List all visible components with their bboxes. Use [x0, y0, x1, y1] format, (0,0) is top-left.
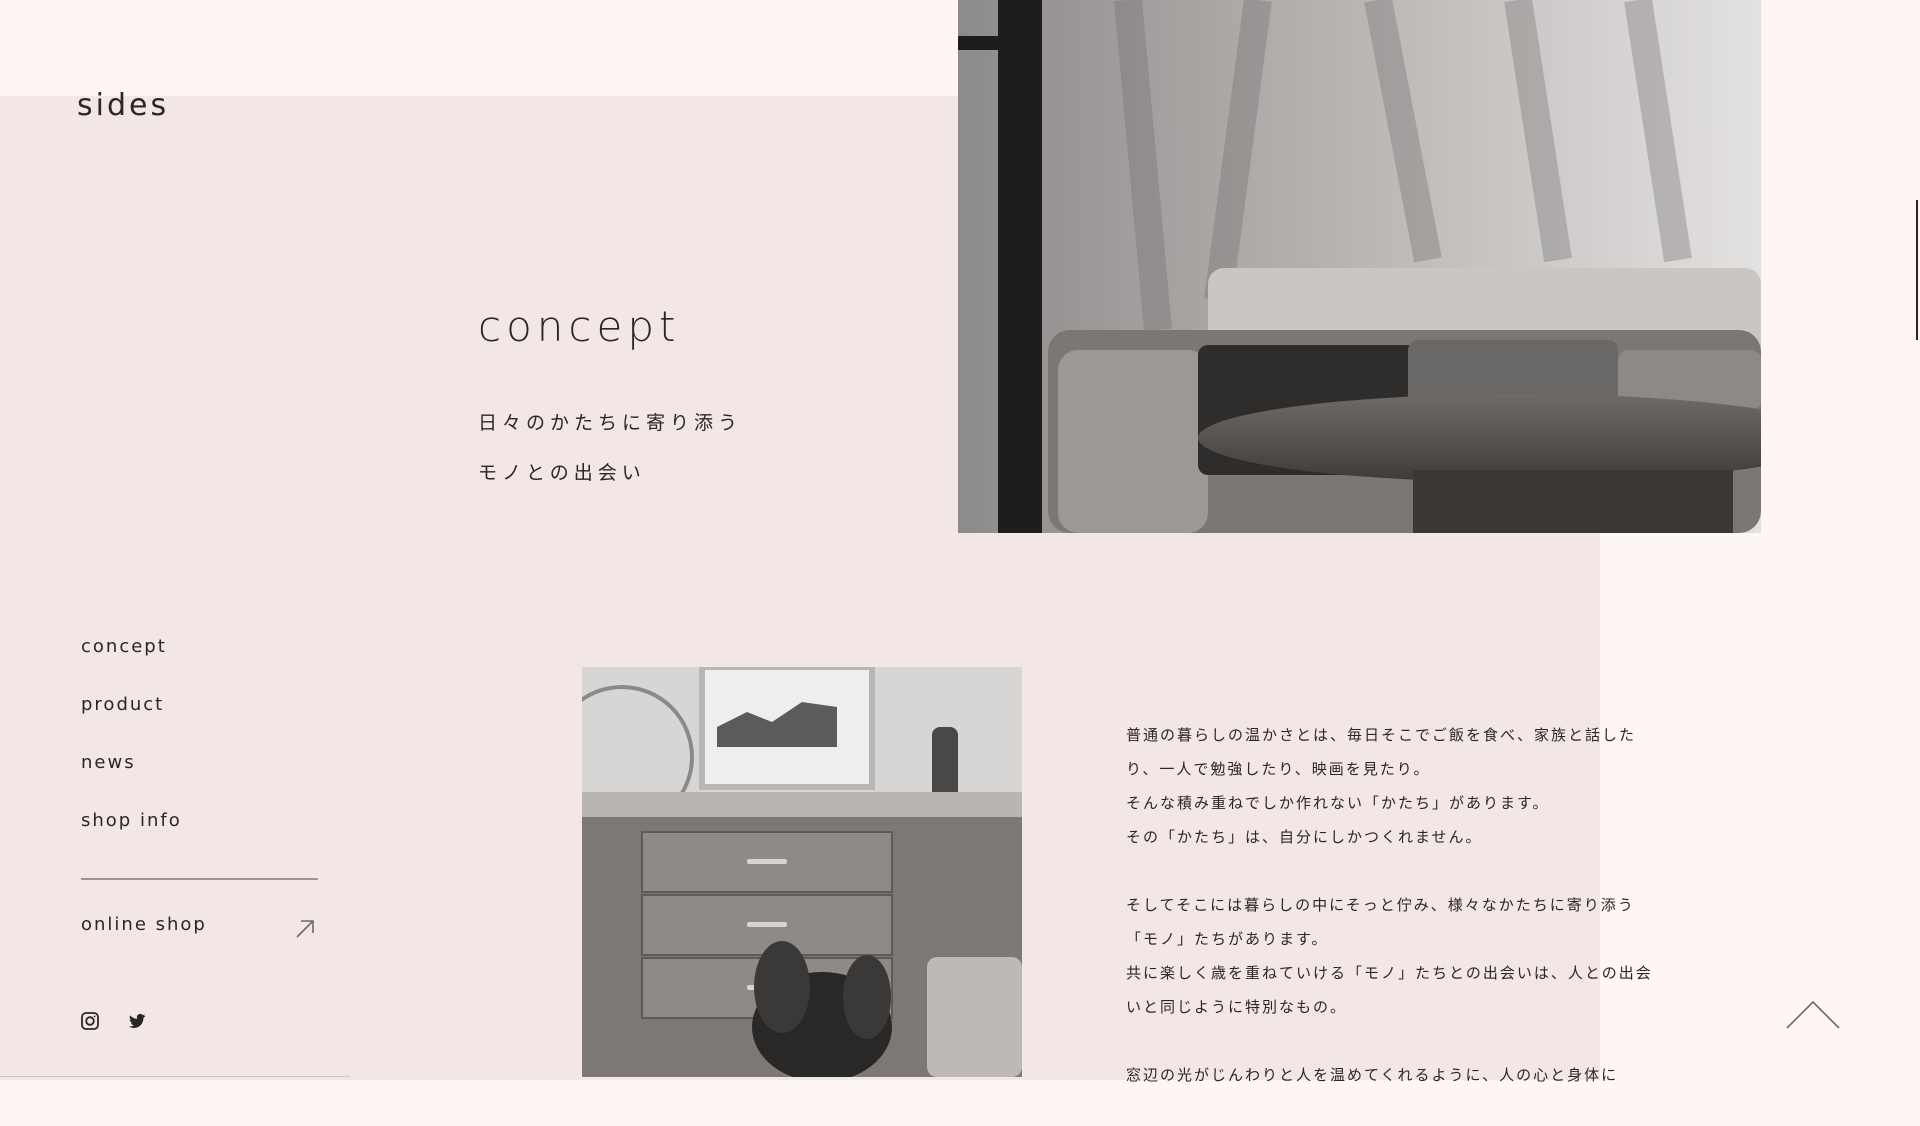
paragraph-2-line-2: 共に楽しく歳を重ねていける「モノ」たちとの出会いは、人との出会いと同じように特別…	[1126, 964, 1653, 1016]
concept-heading: concept	[478, 302, 681, 351]
twitter-icon[interactable]	[127, 1011, 147, 1031]
nav-item-news[interactable]: news	[81, 748, 182, 806]
online-shop-label: online shop	[81, 914, 207, 935]
concept-subtitle-line1: 日々のかたちに寄り添う	[478, 412, 743, 434]
site-logo[interactable]: sides	[77, 88, 169, 123]
nav-item-product[interactable]: product	[81, 690, 182, 748]
nav-item-shop-info[interactable]: shop info	[81, 806, 182, 864]
concept-subtitle-line2: モノとの出会い	[478, 462, 646, 484]
sideboard-image	[582, 667, 1022, 1077]
paragraph-3: 窓辺の光がじんわりと人を温めてくれるように、人の心と身体に	[1126, 1058, 1666, 1092]
paragraph-1-line-3: その「かたち」は、自分にしかつくれません。	[1126, 828, 1483, 846]
paragraph-2: そしてそこには暮らしの中にそっと佇み、様々なかたちに寄り添う「モノ」たちがありま…	[1126, 888, 1666, 1024]
external-arrow-icon	[294, 918, 316, 940]
online-shop-link[interactable]: online shop	[81, 914, 316, 944]
paragraph-2-line-1: そしてそこには暮らしの中にそっと佇み、様々なかたちに寄り添う「モノ」たちがありま…	[1126, 896, 1635, 948]
paragraph-1-line-1: 普通の暮らしの温かさとは、毎日そこでご飯を食べ、家族と話したり、一人で勉強したり…	[1126, 726, 1637, 778]
nav-item-concept[interactable]: concept	[81, 632, 182, 690]
side-navigation: concept product news shop info	[81, 632, 182, 864]
concept-subtitle: 日々のかたちに寄り添う モノとの出会い	[478, 398, 742, 498]
paragraph-1-line-2: そんな積み重ねでしか作れない「かたち」があります。	[1126, 794, 1550, 812]
paragraph-1: 普通の暮らしの温かさとは、毎日そこでご飯を食べ、家族と話したり、一人で勉強したり…	[1126, 718, 1666, 854]
nav-divider	[81, 878, 318, 880]
scroll-indicator	[1916, 200, 1918, 340]
instagram-icon[interactable]	[80, 1011, 100, 1031]
chevron-up-icon[interactable]	[1785, 998, 1841, 1030]
hero-image	[958, 0, 1761, 533]
concept-body-text: 普通の暮らしの温かさとは、毎日そこでご飯を食べ、家族と話したり、一人で勉強したり…	[1126, 718, 1666, 1126]
bottom-divider	[0, 1076, 350, 1077]
paragraph-3-line-1: 窓辺の光がじんわりと人を温めてくれるように、人の心と身体に	[1126, 1066, 1619, 1084]
